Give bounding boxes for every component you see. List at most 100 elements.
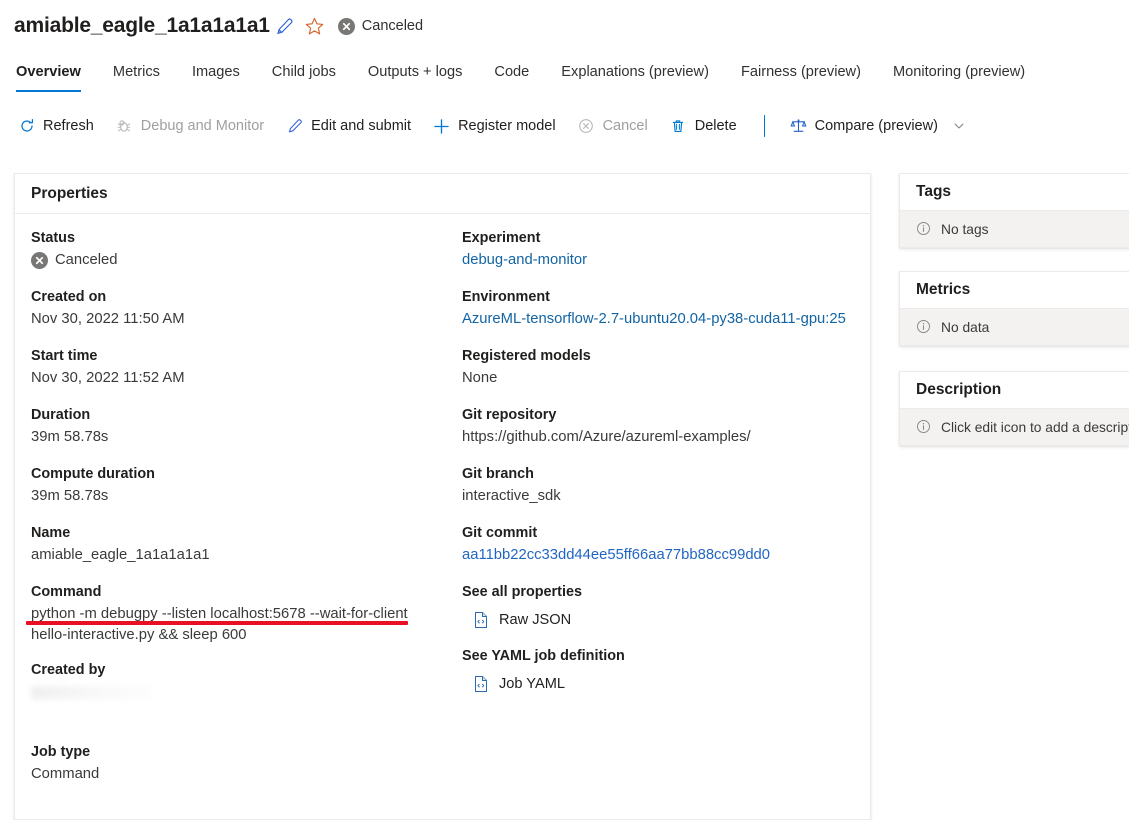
- tab-code[interactable]: Code: [478, 60, 545, 92]
- info-icon: [916, 319, 932, 335]
- bug-icon: [116, 118, 133, 135]
- cancel-label: Cancel: [602, 118, 648, 134]
- command-bar-divider: [763, 115, 765, 137]
- tab-outputs-logs[interactable]: Outputs + logs: [352, 60, 479, 92]
- metrics-empty-state: No data: [900, 309, 1129, 345]
- property-command: Command python -m debugpy --listen local…: [31, 582, 436, 646]
- property-value: amiable_eagle_1a1a1a1a1: [31, 547, 210, 563]
- property-label: Duration: [31, 407, 91, 423]
- tab-explanations-preview[interactable]: Explanations (preview): [545, 60, 725, 92]
- description-panel-title: Description: [900, 372, 1129, 409]
- yaml-file-icon: [473, 675, 490, 694]
- property-compute-duration: Compute duration 39m 58.78s: [31, 464, 436, 507]
- property-git-repository: Git repository https://github.com/Azure/…: [462, 405, 852, 448]
- debug-and-monitor-label: Debug and Monitor: [140, 118, 265, 134]
- property-label: Environment: [461, 289, 550, 305]
- scales-icon: [790, 118, 807, 135]
- description-empty-state[interactable]: Click edit icon to add a description: [900, 409, 1129, 445]
- property-git-commit: Git commit aa11bb22cc33dd44ee55ff66aa77b…: [462, 523, 852, 566]
- tags-empty-state: No tags: [900, 211, 1129, 247]
- properties-right-column: Experiment debug-and-monitor Environment…: [454, 228, 870, 801]
- tab-child-jobs[interactable]: Child jobs: [256, 60, 352, 92]
- properties-card: Properties Status Canceled Created on No…: [14, 173, 871, 820]
- property-label: Command: [31, 584, 102, 600]
- red-underline-annotation: [26, 621, 408, 625]
- delete-button[interactable]: Delete: [659, 112, 748, 140]
- raw-json-label: Raw JSON: [498, 612, 572, 628]
- property-value: Command: [31, 766, 100, 782]
- property-value: Nov 30, 2022 11:52 AM: [31, 370, 185, 386]
- job-yaml-link[interactable]: Job YAML: [473, 674, 852, 694]
- job-yaml-label: Job YAML: [498, 676, 565, 692]
- info-icon: [916, 221, 932, 237]
- property-label: Status: [31, 230, 75, 246]
- tab-monitoring-preview[interactable]: Monitoring (preview): [877, 60, 1041, 92]
- property-label: Created by: [31, 662, 106, 678]
- tab-bar: Overview Metrics Images Child jobs Outpu…: [14, 60, 1041, 94]
- cancel-circle-icon: [31, 252, 48, 269]
- tab-metrics[interactable]: Metrics: [97, 60, 176, 92]
- description-panel: Description Click edit icon to add a des…: [899, 371, 1129, 446]
- property-value: Nov 30, 2022 11:50 AM: [31, 311, 185, 327]
- refresh-button[interactable]: Refresh: [14, 112, 105, 140]
- property-label: Git repository: [461, 407, 557, 423]
- trash-icon: [670, 118, 687, 135]
- see-all-properties-label: See all properties: [461, 584, 582, 600]
- register-model-button[interactable]: Register model: [422, 112, 567, 140]
- property-label: Git branch: [461, 466, 534, 482]
- tab-images[interactable]: Images: [176, 60, 256, 92]
- refresh-label: Refresh: [43, 118, 94, 134]
- delete-label: Delete: [694, 118, 737, 134]
- property-status: Status Canceled: [31, 228, 436, 271]
- metrics-panel-title: Metrics: [900, 272, 1129, 309]
- git-commit-link[interactable]: aa11bb22cc33dd44ee55ff66aa77bb88cc99dd0: [462, 545, 852, 566]
- compare-preview-button[interactable]: Compare (preview): [779, 112, 976, 140]
- property-created-by: Created by: [31, 660, 436, 726]
- property-value: interactive_sdk: [461, 488, 561, 504]
- property-value: https://github.com/Azure/azureml-example…: [461, 429, 751, 445]
- environment-link[interactable]: AzureML-tensorflow-2.7-ubuntu20.04-py38-…: [462, 309, 852, 330]
- property-name: Name amiable_eagle_1a1a1a1a1: [31, 523, 436, 566]
- cancel-circle-icon: [337, 17, 355, 35]
- description-empty-text: Click edit icon to add a description: [941, 419, 1129, 435]
- page-header: amiable_eagle_1a1a1a1a1 Canceled: [14, 12, 423, 40]
- property-label: Registered models: [461, 348, 591, 364]
- cancel-button[interactable]: Cancel: [567, 112, 659, 140]
- property-label: Compute duration: [31, 466, 155, 482]
- property-value: 39m 58.78s: [31, 488, 109, 504]
- tab-overview[interactable]: Overview: [14, 60, 97, 92]
- json-file-icon: [473, 611, 490, 630]
- register-model-label: Register model: [458, 118, 556, 134]
- property-label: Git commit: [461, 525, 538, 541]
- property-duration: Duration 39m 58.78s: [31, 405, 436, 448]
- plus-icon: [433, 118, 450, 135]
- status-badge: Canceled: [337, 17, 423, 35]
- property-registered-models: Registered models None: [462, 346, 852, 389]
- debug-and-monitor-button[interactable]: Debug and Monitor: [105, 112, 275, 140]
- see-yaml-label: See YAML job definition: [461, 648, 625, 664]
- page-title: amiable_eagle_1a1a1a1a1: [14, 14, 270, 37]
- property-git-branch: Git branch interactive_sdk: [462, 464, 852, 507]
- tab-fairness-preview[interactable]: Fairness (preview): [725, 60, 877, 92]
- cancel-circle-icon: [578, 118, 595, 135]
- properties-title: Properties: [15, 174, 870, 214]
- edit-and-submit-button[interactable]: Edit and submit: [275, 112, 422, 140]
- chevron-down-icon[interactable]: [953, 120, 965, 132]
- compare-preview-label: Compare (preview): [814, 118, 938, 134]
- metrics-panel: Metrics No data: [899, 271, 1129, 346]
- star-icon[interactable]: [300, 12, 330, 40]
- property-start-time: Start time Nov 30, 2022 11:52 AM: [31, 346, 436, 389]
- see-yaml-group: See YAML job definition Job YAML: [462, 646, 852, 694]
- property-value: Canceled: [31, 250, 436, 271]
- raw-json-link[interactable]: Raw JSON: [473, 610, 852, 630]
- pencil-icon[interactable]: [270, 12, 300, 40]
- property-created-on: Created on Nov 30, 2022 11:50 AM: [31, 287, 436, 330]
- property-status-text: Canceled: [55, 252, 118, 268]
- property-value: 39m 58.78s: [31, 429, 109, 445]
- tags-empty-text: No tags: [941, 221, 989, 237]
- edit-and-submit-label: Edit and submit: [311, 118, 412, 134]
- properties-body: Status Canceled Created on Nov 30, 2022 …: [15, 214, 870, 819]
- property-experiment: Experiment debug-and-monitor: [462, 228, 852, 271]
- property-label: Experiment: [461, 230, 541, 246]
- experiment-link[interactable]: debug-and-monitor: [462, 250, 852, 271]
